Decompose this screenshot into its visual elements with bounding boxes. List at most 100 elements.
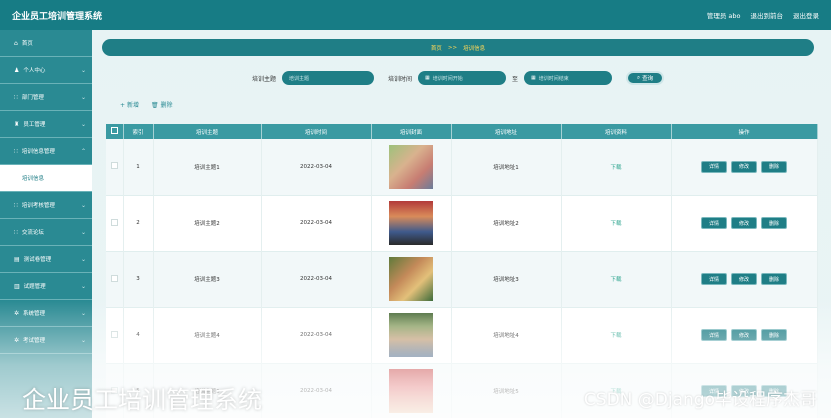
cell-address: 培训地址2 [451, 195, 562, 251]
sidebar-item-label: 培训考核管理 [21, 203, 55, 209]
cell-time: 2022-03-04 [261, 139, 372, 195]
sidebar-item-training-exam[interactable]: ∷ 培训考核管理 ⌄ [0, 192, 92, 219]
edit-button[interactable]: 修改 [731, 160, 757, 173]
start-date-input[interactable]: ▦ 培训时间开始 [418, 71, 507, 85]
chevron-down-icon: ⌄ [80, 255, 86, 263]
delete-row-button[interactable]: 删除 [761, 217, 787, 229]
sidebar-item-staff[interactable]: ♜ 员工管理 ⌄ [0, 111, 92, 138]
cell-time: 2022-03-04 [261, 363, 372, 418]
detail-button[interactable]: 详情 [701, 329, 727, 341]
delete-button[interactable]: 🗑 删除 [151, 100, 173, 109]
table-row: 3 培训主题3 2022-03-04 培训地址3 下载 详情 修改 删除 [106, 251, 818, 307]
edit-button[interactable]: 修改 [731, 329, 757, 341]
cell-index: 3 [123, 251, 154, 307]
header-operation: 操作 [671, 124, 818, 139]
sidebar-item-label: 考试管理 [23, 338, 46, 344]
breadcrumb-current: 培训信息 [463, 45, 486, 52]
delete-row-button[interactable]: 删除 [761, 329, 787, 341]
breadcrumb-separator: >> [447, 44, 458, 51]
cell-operations: 详情 修改 删除 [671, 307, 818, 363]
cell-cover [371, 251, 452, 307]
row-checkbox[interactable] [106, 195, 124, 251]
chevron-down-icon: ⌄ [80, 336, 86, 344]
download-link[interactable]: 下载 [610, 333, 621, 339]
sidebar-item-training-info[interactable]: 培训信息 [0, 165, 92, 192]
row-checkbox[interactable] [106, 251, 124, 307]
search-button[interactable]: ⌕ 查询 [626, 71, 665, 85]
grid-icon: ∷ [14, 93, 18, 101]
topic-search-input[interactable]: 培训主题 [282, 71, 375, 85]
app-title: 企业员工培训管理系统 [12, 11, 103, 22]
add-button-label: 新增 [126, 102, 139, 109]
sidebar-item-home[interactable]: ⌂ 首页 [0, 30, 92, 57]
main-content: 首页 >> 培训信息 培训主题 培训主题 培训时间 ▦ 培训时间开始 至 ▦ 培… [92, 30, 831, 418]
sidebar-item-questions[interactable]: ▥ 试题管理 ⌄ [0, 273, 92, 300]
header-index: 索引 [123, 124, 154, 139]
chevron-down-icon: ⌄ [80, 309, 86, 317]
cell-material: 下载 [561, 139, 672, 195]
sidebar-item-system[interactable]: ✲ 系统管理 ⌄ [0, 300, 92, 327]
detail-button[interactable]: 详情 [701, 217, 727, 229]
search-button-label: 查询 [642, 76, 654, 82]
delete-row-button[interactable]: 删除 [761, 160, 787, 173]
row-checkbox[interactable] [106, 139, 124, 195]
detail-button[interactable]: 详情 [701, 160, 727, 173]
sidebar-item-exam[interactable]: ✲ 考试管理 ⌄ [0, 327, 92, 354]
logout-link[interactable]: 退出登录 [793, 10, 819, 20]
table-header-row: 索引 培训主题 培训时间 培训封面 培训地址 培训资料 操作 [106, 124, 818, 139]
add-button[interactable]: + 新增 [120, 100, 139, 109]
detail-button[interactable]: 详情 [701, 273, 727, 285]
back-to-front-link[interactable]: 退出到前台 [751, 10, 784, 20]
header-address: 培训地址 [451, 124, 562, 139]
chevron-down-icon: ⌄ [80, 66, 86, 74]
chevron-down-icon: ⌄ [80, 120, 86, 128]
search-bar: 培训主题 培训主题 培训时间 ▦ 培训时间开始 至 ▦ 培训时间结束 ⌕ 查询 [252, 71, 665, 85]
sidebar-item-label: 交流论坛 [21, 230, 44, 236]
breadcrumb: 首页 >> 培训信息 [102, 39, 814, 56]
sidebar-item-label: 员工管理 [23, 122, 46, 128]
sidebar-item-label: 测试卷管理 [23, 257, 52, 263]
cell-index: 4 [123, 307, 154, 363]
calendar-icon: ▦ [531, 75, 536, 81]
chart-icon: ▥ [14, 282, 20, 290]
end-date-input[interactable]: ▦ 培训时间结束 [524, 71, 613, 85]
edit-button[interactable]: 修改 [731, 217, 757, 229]
row-checkbox[interactable] [106, 307, 124, 363]
sidebar-item-label: 培训信息管理 [21, 149, 55, 155]
cell-address: 培训地址3 [451, 251, 562, 307]
delete-row-button[interactable]: 删除 [761, 273, 787, 285]
header-material: 培训资料 [561, 124, 672, 139]
cell-material: 下载 [561, 251, 672, 307]
toolbar: + 新增 🗑 删除 [120, 100, 173, 109]
edit-button[interactable]: 修改 [731, 273, 757, 285]
cover-image [389, 201, 433, 245]
sidebar-item-label: 系统管理 [23, 311, 46, 317]
cover-image [389, 144, 433, 189]
cell-time: 2022-03-04 [261, 251, 372, 307]
download-link[interactable]: 下载 [610, 277, 621, 283]
sidebar-item-test-paper[interactable]: ▤ 测试卷管理 ⌄ [0, 246, 92, 273]
cell-index: 1 [123, 139, 154, 195]
end-date-placeholder: 培训时间结束 [538, 75, 569, 82]
chevron-down-icon: ⌄ [80, 93, 86, 101]
sidebar-item-label: 部门管理 [21, 95, 44, 101]
cell-time: 2022-03-04 [261, 307, 372, 363]
chevron-down-icon: ⌄ [80, 201, 86, 209]
cell-time: 2022-03-04 [261, 195, 372, 251]
top-bar: 企业员工培训管理系统 管理员 abo 退出到前台 退出登录 [0, 0, 831, 30]
download-link[interactable]: 下载 [610, 165, 621, 171]
cell-operations: 详情 修改 删除 [671, 195, 818, 251]
cell-index: 2 [123, 195, 154, 251]
top-right-menu: 管理员 abo 退出到前台 退出登录 [707, 10, 819, 20]
cell-cover [371, 363, 452, 418]
cell-topic: 培训主题2 [153, 195, 262, 251]
sidebar: ⌂ 首页 ♟ 个人中心 ⌄ ∷ 部门管理 ⌄ ♜ 员工管理 ⌄ ∷ 培训信息管理… [0, 30, 92, 418]
sidebar-item-profile[interactable]: ♟ 个人中心 ⌄ [0, 57, 92, 84]
breadcrumb-home[interactable]: 首页 [431, 44, 442, 52]
select-all-checkbox[interactable] [106, 124, 124, 139]
sidebar-item-department[interactable]: ∷ 部门管理 ⌄ [0, 84, 92, 111]
cell-topic: 培训主题3 [153, 251, 262, 307]
sidebar-item-training-info-mgmt[interactable]: ∷ 培训信息管理 ⌃ [0, 138, 92, 165]
download-link[interactable]: 下载 [610, 221, 621, 227]
sidebar-item-forum[interactable]: ∷ 交流论坛 ⌄ [0, 219, 92, 246]
